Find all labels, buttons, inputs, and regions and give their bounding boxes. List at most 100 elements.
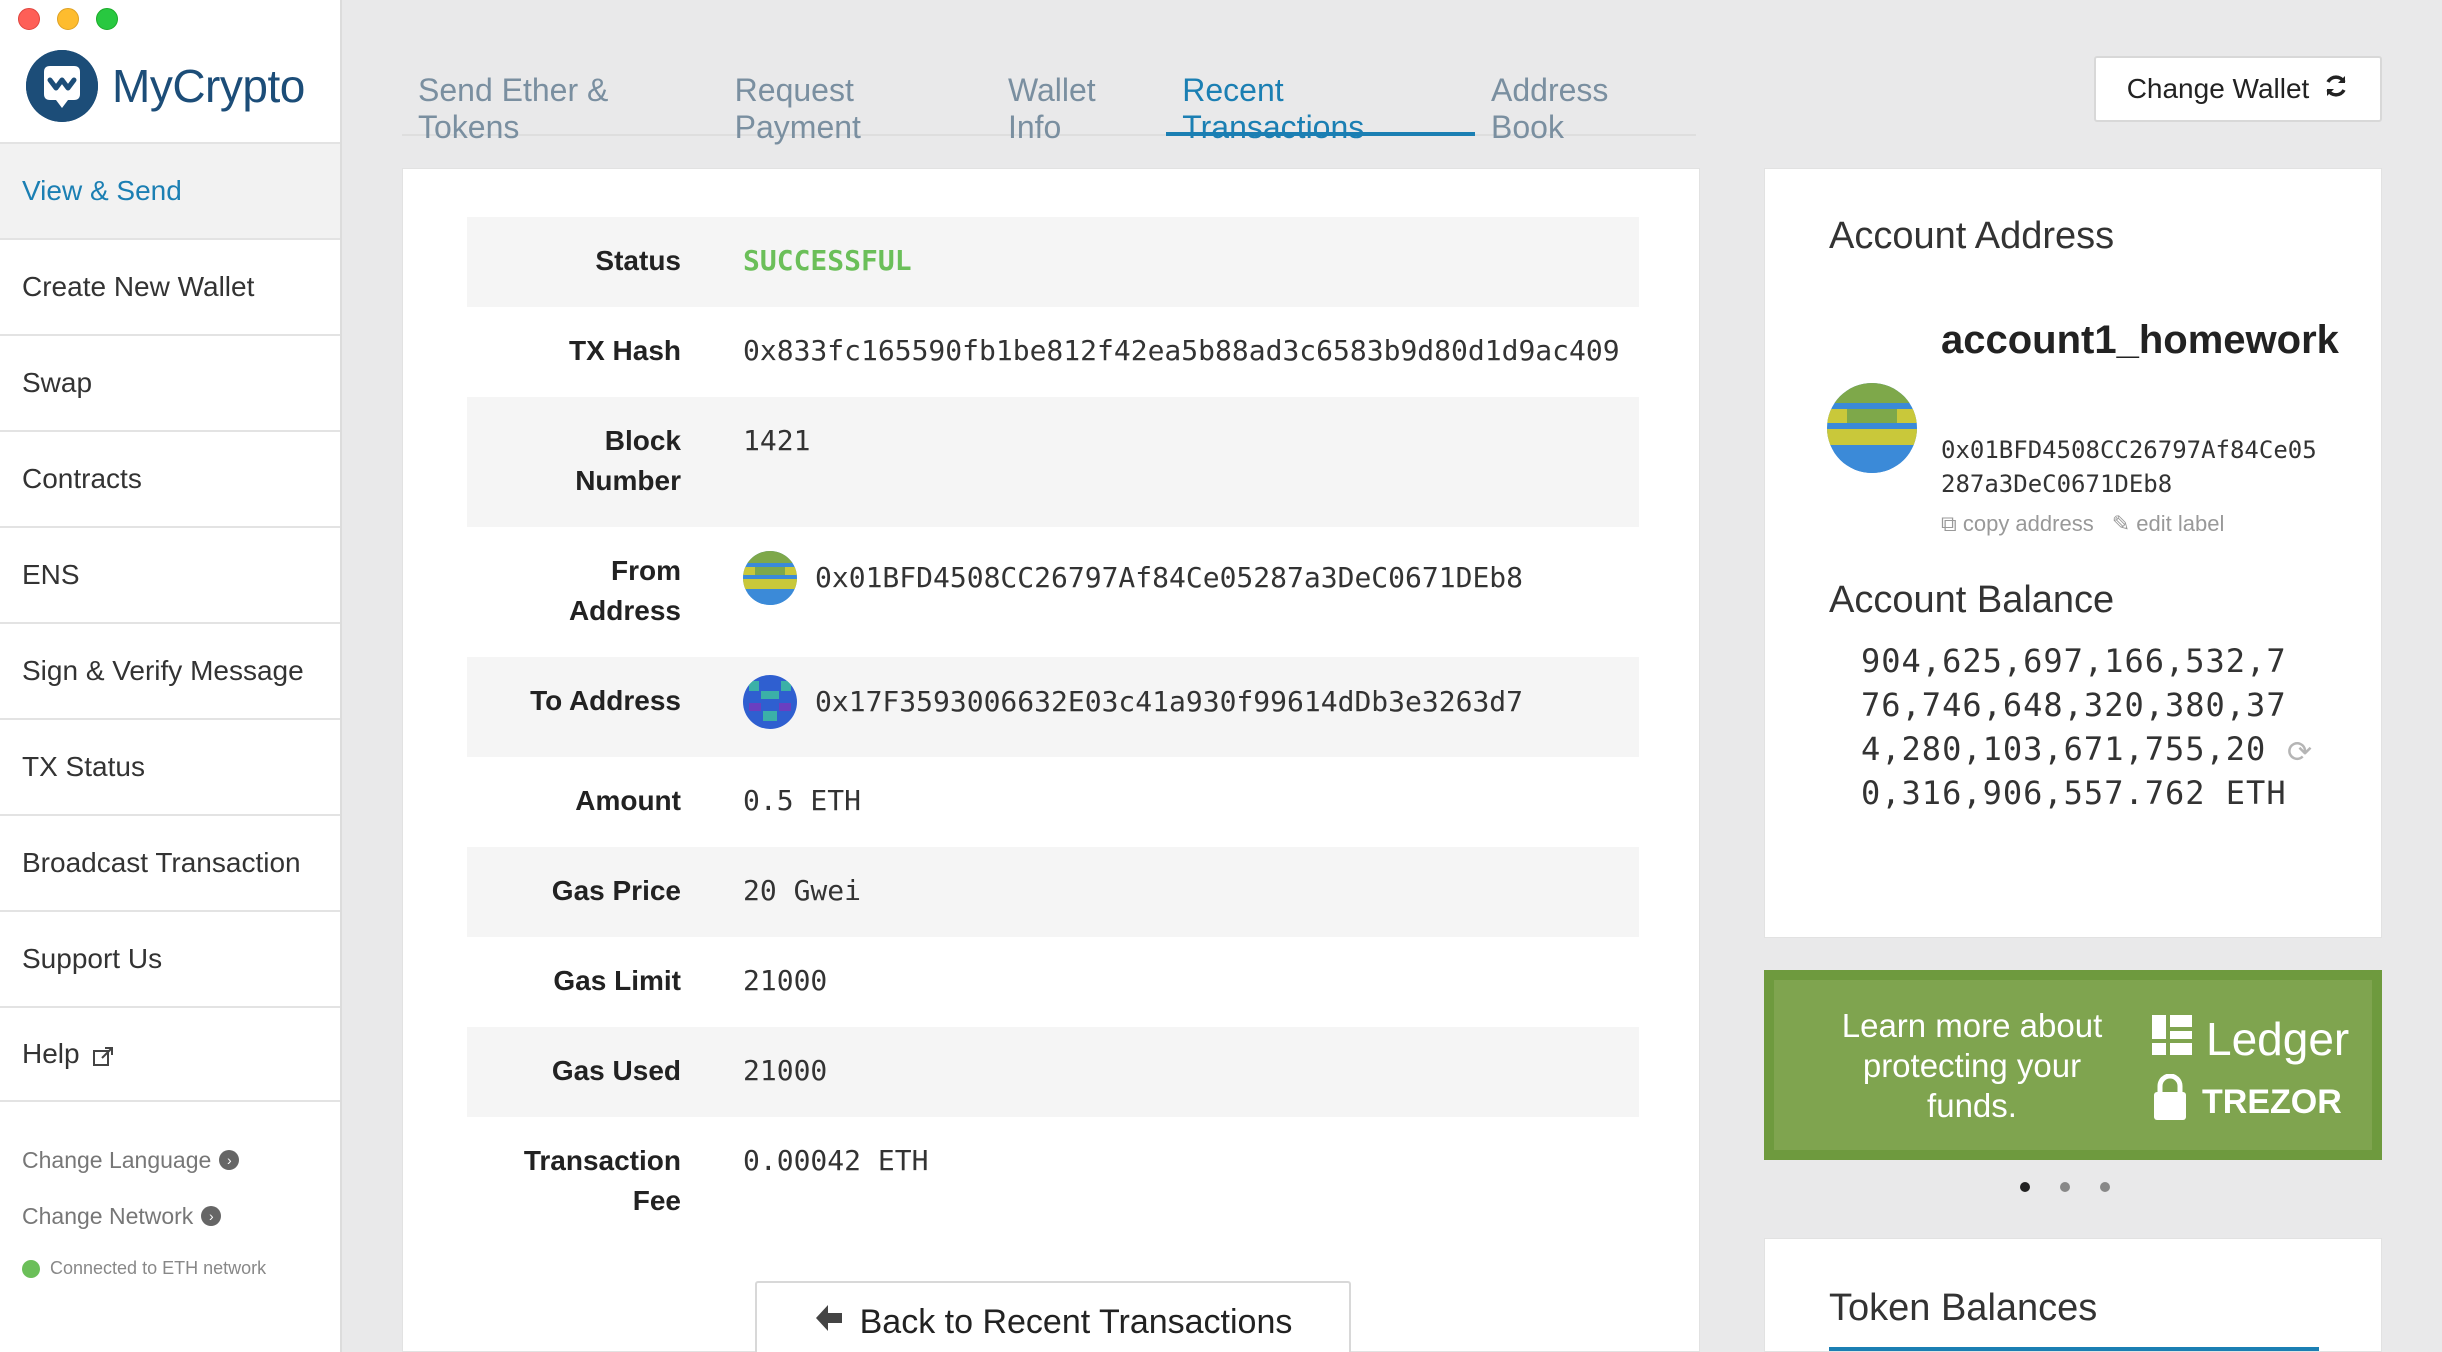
sidebar: MyCrypto View & Send Create New Wallet S… bbox=[0, 0, 342, 1352]
sidebar-item-tx-status[interactable]: TX Status bbox=[0, 718, 340, 814]
to-address-value[interactable]: 0x17F3593006632E03c41a930f99614dDb3e3263… bbox=[815, 682, 1523, 722]
sidebar-settings: Change Language › Change Network › bbox=[22, 1132, 240, 1244]
main-tabs: Send Ether & Tokens Request Payment Wall… bbox=[402, 60, 1696, 145]
refresh-balance-icon[interactable]: ⟳ bbox=[2287, 735, 2312, 770]
tab-wallet-info[interactable]: Wallet Info bbox=[992, 60, 1166, 145]
carousel-dots bbox=[2020, 1182, 2110, 1192]
tx-label-line: Address bbox=[568, 595, 681, 626]
from-address-value[interactable]: 0x01BFD4508CC26797Af84Ce05287a3DeC0671DE… bbox=[815, 558, 1523, 598]
tx-row-hash: TX Hash 0x833fc165590fb1be812f42ea5b88ad… bbox=[467, 307, 1639, 397]
tx-label: Gas Used bbox=[551, 1055, 681, 1086]
token-balances-heading: Token Balances bbox=[1829, 1287, 2098, 1329]
back-button-label: Back to Recent Transactions bbox=[859, 1302, 1293, 1341]
change-network-link[interactable]: Change Network › bbox=[22, 1188, 239, 1244]
status-dot-icon bbox=[22, 1259, 40, 1278]
arrow-left-icon bbox=[814, 1303, 844, 1342]
from-address-identicon bbox=[743, 551, 797, 605]
block-number-value: 1421 bbox=[743, 424, 811, 457]
carousel-dot[interactable] bbox=[2100, 1182, 2110, 1192]
tx-label: From Address bbox=[467, 551, 681, 631]
sidebar-item-sign-verify[interactable]: Sign & Verify Message bbox=[0, 622, 340, 718]
to-address-identicon bbox=[743, 675, 797, 729]
sidebar-item-view-send[interactable]: View & Send bbox=[0, 142, 340, 238]
sidebar-item-ens[interactable]: ENS bbox=[0, 526, 340, 622]
app-name: MyCrypto bbox=[112, 60, 305, 112]
tx-row-to: To Address 0x17F3593006632E03c41a930f996… bbox=[467, 657, 1639, 757]
tab-recent-transactions[interactable]: Recent Transactions bbox=[1166, 60, 1475, 145]
tx-label: Gas Limit bbox=[553, 965, 681, 996]
close-window-button[interactable] bbox=[18, 8, 40, 30]
tx-label-line: Number bbox=[575, 465, 681, 496]
carousel-dot[interactable] bbox=[2020, 1182, 2030, 1192]
change-language-link[interactable]: Change Language › bbox=[22, 1132, 240, 1188]
promo-text: Learn more about protecting your funds. bbox=[1841, 1007, 2103, 1124]
sidebar-item-support[interactable]: Support Us bbox=[0, 910, 340, 1006]
trezor-label: TREZOR bbox=[2202, 1083, 2342, 1121]
transaction-details-card: Status SUCCESSFUL TX Hash 0x833fc165590f… bbox=[402, 168, 1700, 1352]
window-controls bbox=[18, 8, 118, 30]
sidebar-item-broadcast[interactable]: Broadcast Transaction bbox=[0, 814, 340, 910]
account-address-heading: Account Address bbox=[1829, 215, 2115, 257]
transaction-details-table: Status SUCCESSFUL TX Hash 0x833fc165590f… bbox=[467, 217, 1639, 1247]
sidebar-item-label: Sign & Verify Message bbox=[22, 655, 304, 686]
tx-label: To Address bbox=[530, 685, 681, 716]
network-status-label: Connected to ETH network bbox=[50, 1258, 267, 1278]
edit-label-button[interactable]: ✎ edit label bbox=[2112, 511, 2225, 537]
maximize-window-button[interactable] bbox=[96, 8, 118, 30]
hardware-wallet-promo[interactable]: Learn more about protecting your funds. … bbox=[1764, 970, 2382, 1160]
carousel-dot[interactable] bbox=[2060, 1182, 2070, 1192]
sidebar-item-help[interactable]: Help bbox=[0, 1006, 340, 1102]
account-balance-value: 904,625,697,166,532,776,746,648,320,380,… bbox=[1861, 642, 2287, 812]
tx-hash-value[interactable]: 0x833fc165590fb1be812f42ea5b88ad3c6583b9… bbox=[743, 331, 1639, 371]
app-logo[interactable]: MyCrypto bbox=[26, 50, 305, 122]
sidebar-item-label: View & Send bbox=[22, 175, 182, 206]
tx-label: Gas Price bbox=[551, 875, 681, 906]
tx-label: TX Hash bbox=[568, 335, 681, 366]
account-identicon bbox=[1827, 383, 1917, 473]
amount-value: 0.5 ETH bbox=[743, 784, 862, 817]
tx-label: Status bbox=[595, 245, 681, 276]
tx-row-fee: Transaction Fee 0.00042 ETH bbox=[467, 1117, 1639, 1247]
network-status: Connected to ETH network bbox=[22, 1258, 266, 1279]
change-wallet-label: Change Wallet bbox=[2126, 73, 2310, 104]
tx-label: Transaction Fee bbox=[467, 1141, 681, 1221]
tab-request-payment[interactable]: Request Payment bbox=[719, 60, 992, 145]
token-balances-underline bbox=[1829, 1347, 2319, 1351]
account-balance-heading: Account Balance bbox=[1829, 579, 2115, 621]
tx-label-line: Transaction bbox=[523, 1145, 681, 1176]
tx-row-amount: Amount 0.5 ETH bbox=[467, 757, 1639, 847]
tx-row-gas-limit: Gas Limit 21000 bbox=[467, 937, 1639, 1027]
gas-used-value: 21000 bbox=[743, 1054, 828, 1087]
sidebar-item-contracts[interactable]: Contracts bbox=[0, 430, 340, 526]
sidebar-item-label: ENS bbox=[22, 559, 80, 590]
account-card: Account Address account1_homework 0x01BF… bbox=[1764, 168, 2382, 938]
back-to-recent-transactions-button[interactable]: Back to Recent Transactions bbox=[755, 1281, 1351, 1352]
change-wallet-button[interactable]: Change Wallet bbox=[2094, 56, 2382, 122]
ledger-label: Ledger bbox=[2206, 1013, 2350, 1065]
tx-row-from: From Address 0x01BFD4508CC26797Af84Ce052… bbox=[467, 527, 1639, 657]
sidebar-item-create-wallet[interactable]: Create New Wallet bbox=[0, 238, 340, 334]
ledger-icon bbox=[2152, 1012, 2192, 1066]
sidebar-item-swap[interactable]: Swap bbox=[0, 334, 340, 430]
sidebar-nav: View & Send Create New Wallet Swap Contr… bbox=[0, 142, 340, 1102]
transaction-fee-value: 0.00042 ETH bbox=[743, 1144, 929, 1177]
tx-row-gas-price: Gas Price 20 Gwei bbox=[467, 847, 1639, 937]
tab-address-book[interactable]: Address Book bbox=[1475, 60, 1696, 145]
change-network-label: Change Network bbox=[22, 1202, 194, 1229]
account-actions: ⧉ copy address ✎ edit label bbox=[1941, 511, 2224, 537]
sidebar-item-label: Create New Wallet bbox=[22, 271, 255, 302]
token-balances-card: Token Balances bbox=[1764, 1238, 2382, 1352]
trezor-logo: TREZOR bbox=[2152, 1073, 2342, 1131]
tx-label: Block Number bbox=[467, 421, 681, 501]
ledger-logo: Ledger bbox=[2152, 1012, 2349, 1066]
sidebar-item-label: Broadcast Transaction bbox=[22, 847, 301, 878]
status-badge: SUCCESSFUL bbox=[743, 244, 912, 277]
minimize-window-button[interactable] bbox=[57, 8, 79, 30]
account-address-value[interactable]: 0x01BFD4508CC26797Af84Ce05287a3DeC0671DE… bbox=[1941, 433, 2321, 501]
lock-icon bbox=[2152, 1073, 2188, 1131]
tx-label-line: From bbox=[611, 555, 681, 586]
tab-send[interactable]: Send Ether & Tokens bbox=[402, 60, 719, 145]
edit-label-label: edit label bbox=[2136, 511, 2225, 536]
copy-address-button[interactable]: ⧉ copy address bbox=[1941, 511, 2094, 537]
tx-label-line: Fee bbox=[632, 1185, 681, 1216]
